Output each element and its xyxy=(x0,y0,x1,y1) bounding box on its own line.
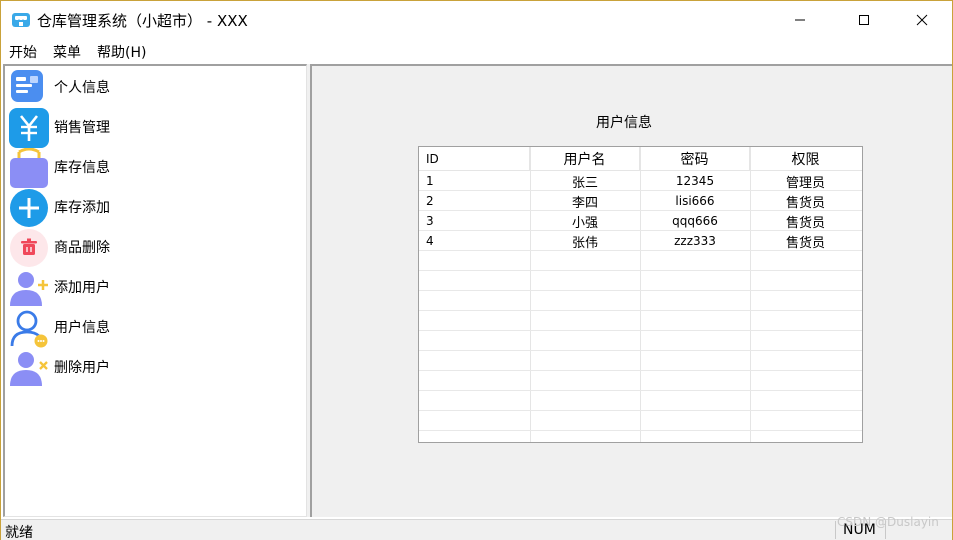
cell-username: 张伟 xyxy=(571,235,598,251)
table-row-empty xyxy=(419,251,862,271)
id-card-icon xyxy=(9,68,47,106)
nav-item-user-info[interactable]: 用户信息 xyxy=(7,306,297,348)
table-row-empty xyxy=(419,351,862,371)
table-row-empty xyxy=(419,311,862,331)
nav-item-inventory-add[interactable]: 库存添加 xyxy=(7,186,297,227)
cell-username: 李四 xyxy=(571,195,598,211)
content-pane: 用户信息 ID 用户名 密码 权限 1 张三 12345 管理员 2 李四 li… xyxy=(310,64,952,517)
nav-item-label: 添加用户 xyxy=(54,280,110,296)
menu-start[interactable]: 开始 xyxy=(9,42,37,62)
status-bar: 就绪 NUM xyxy=(1,519,952,540)
nav-item-label: 库存添加 xyxy=(54,200,110,216)
status-text: 就绪 xyxy=(5,525,33,540)
shopping-bag-icon xyxy=(9,147,48,188)
table-row-empty xyxy=(419,271,862,291)
nav-item-label: 个人信息 xyxy=(54,80,110,96)
menu-menu[interactable]: 菜单 xyxy=(53,42,81,62)
cell-id: 1 xyxy=(426,174,434,188)
delete-user-icon xyxy=(9,348,48,386)
nav-item-sales[interactable]: 销售管理 xyxy=(7,106,297,148)
nav-item-label: 删除用户 xyxy=(54,360,110,376)
table-row-empty xyxy=(419,291,862,311)
yen-icon xyxy=(9,108,49,148)
cell-password: 12345 xyxy=(675,174,715,188)
cell-permission: 售货员 xyxy=(785,235,825,251)
table-row-empty xyxy=(419,371,862,391)
maximize-button[interactable] xyxy=(841,1,887,39)
user-info-icon xyxy=(9,308,48,348)
column-header-permission[interactable]: 权限 xyxy=(750,147,861,171)
cell-id: 2 xyxy=(426,194,434,208)
cell-password: qqq666 xyxy=(672,214,718,228)
column-header-password[interactable]: 密码 xyxy=(640,147,750,171)
table-row[interactable]: 2 李四 lisi666 售货员 xyxy=(419,191,862,211)
status-divider xyxy=(835,521,836,539)
menu-bar: 开始 菜单 帮助(H) xyxy=(1,39,952,63)
cell-permission: 售货员 xyxy=(785,215,825,231)
user-table[interactable]: ID 用户名 密码 权限 1 张三 12345 管理员 2 李四 lisi666… xyxy=(418,146,863,443)
store-icon xyxy=(11,11,31,29)
form-title: 用户信息 xyxy=(596,115,652,131)
nav-item-label: 销售管理 xyxy=(54,120,110,136)
cell-permission: 管理员 xyxy=(785,175,825,191)
window-title: 仓库管理系统（小超市） - XXX xyxy=(37,12,248,30)
add-user-icon xyxy=(9,268,48,306)
table-row[interactable]: 4 张伟 zzz333 售货员 xyxy=(419,231,862,251)
title-bar[interactable]: 仓库管理系统（小超市） - XXX xyxy=(1,1,952,39)
nav-item-product-delete[interactable]: 商品删除 xyxy=(7,226,297,267)
table-row-empty xyxy=(419,391,862,411)
menu-help[interactable]: 帮助(H) xyxy=(97,42,146,62)
nav-item-add-user[interactable]: 添加用户 xyxy=(7,266,297,306)
column-header-id[interactable]: ID xyxy=(419,147,530,171)
cell-password: zzz333 xyxy=(674,234,716,248)
trash-icon xyxy=(9,228,48,267)
nav-item-label: 库存信息 xyxy=(54,160,110,176)
nav-item-inventory-info[interactable]: 库存信息 xyxy=(7,146,297,188)
watermark: CSDN @Duslayin xyxy=(837,515,939,529)
cell-password: lisi666 xyxy=(675,194,715,208)
nav-tree[interactable]: 个人信息 销售管理 库存信息 库存添加 商品删除 添加用户 用户信息 删除用户 xyxy=(3,64,307,517)
plus-circle-icon xyxy=(9,188,48,227)
app-window: 仓库管理系统（小超市） - XXX 开始 菜单 帮助(H) 个人信息 销售管理 … xyxy=(0,0,953,540)
cell-id: 4 xyxy=(426,234,434,248)
nav-item-personal-info[interactable]: 个人信息 xyxy=(7,66,297,106)
minimize-button[interactable] xyxy=(777,1,823,39)
nav-item-label: 商品删除 xyxy=(54,240,110,256)
cell-username: 小强 xyxy=(571,215,598,231)
cell-permission: 售货员 xyxy=(785,195,825,211)
table-row[interactable]: 3 小强 qqq666 售货员 xyxy=(419,211,862,231)
table-row-empty xyxy=(419,411,862,431)
table-row-empty xyxy=(419,331,862,351)
nav-item-delete-user[interactable]: 删除用户 xyxy=(7,346,297,386)
cell-id: 3 xyxy=(426,214,434,228)
nav-item-label: 用户信息 xyxy=(54,320,110,336)
table-row[interactable]: 1 张三 12345 管理员 xyxy=(419,171,862,191)
table-row-empty xyxy=(419,431,862,442)
column-header-username[interactable]: 用户名 xyxy=(530,147,640,171)
close-button[interactable] xyxy=(899,1,945,39)
cell-username: 张三 xyxy=(571,175,598,191)
